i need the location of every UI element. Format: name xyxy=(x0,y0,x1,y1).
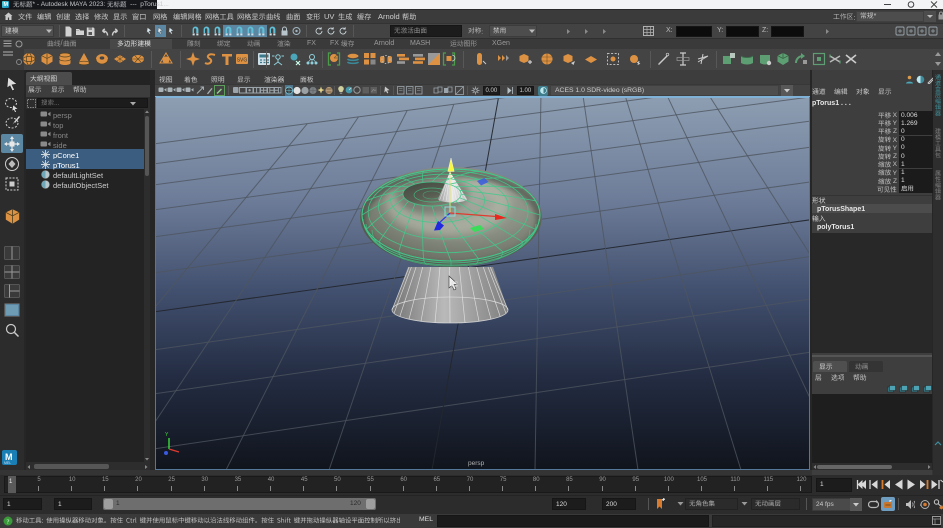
svg-text:?: ? xyxy=(7,518,10,525)
svg-text:persp: persp xyxy=(468,460,485,467)
svg-text:SVG: SVG xyxy=(237,58,248,64)
